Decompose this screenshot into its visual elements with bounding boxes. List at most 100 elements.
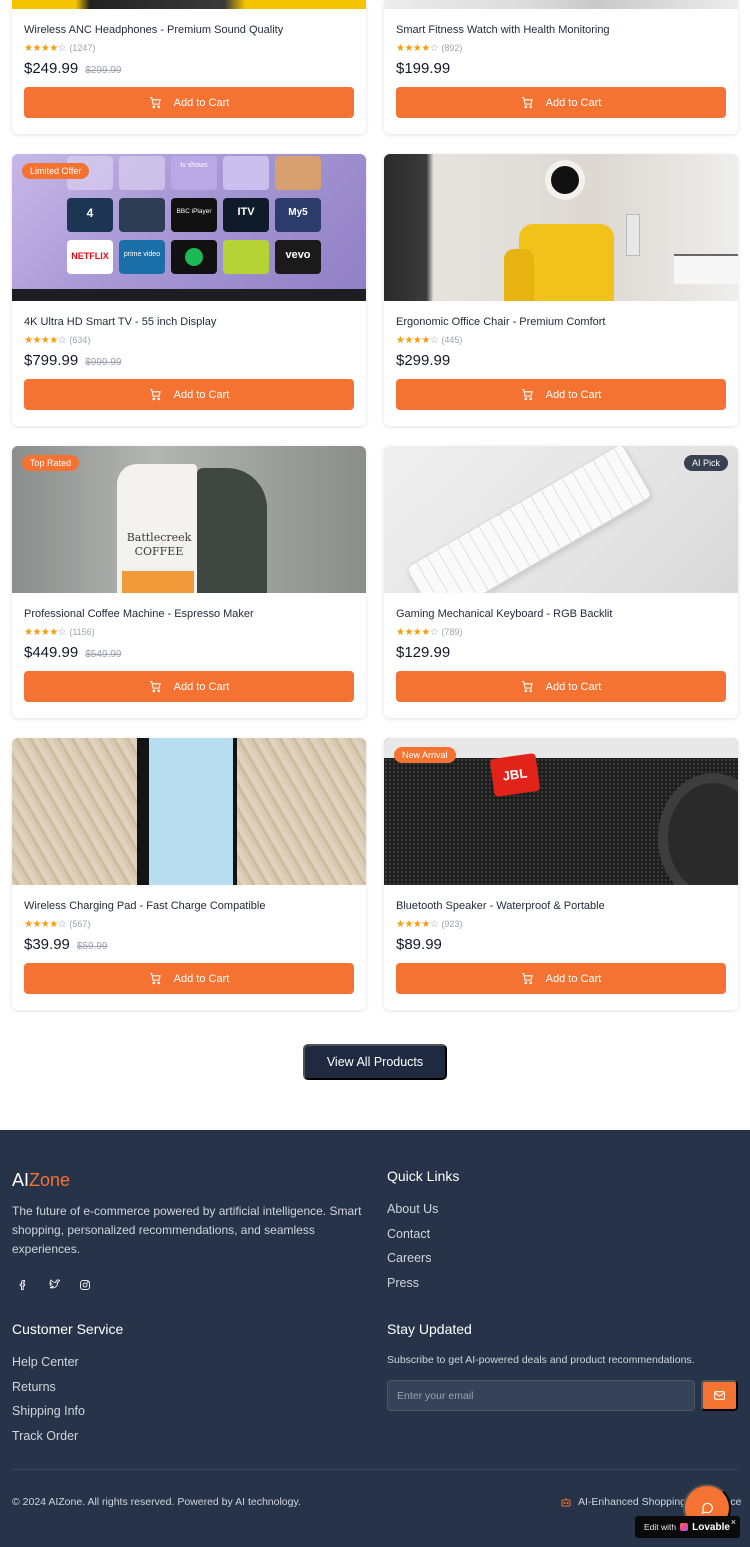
product-price: $89.99 <box>396 936 442 953</box>
review-count: (634) <box>69 335 91 345</box>
tv-tile: prime video <box>119 240 165 274</box>
add-to-cart-label: Add to Cart <box>173 972 230 985</box>
instagram-icon[interactable] <box>74 1274 96 1296</box>
add-to-cart-label: Add to Cart <box>545 388 602 401</box>
review-count: (445) <box>441 335 463 345</box>
product-rating: ★★★★☆ (445) <box>396 334 726 346</box>
add-to-cart-button[interactable]: Add to Cart <box>24 379 354 410</box>
footer-link-shipping-info[interactable]: Shipping Info <box>12 1399 85 1424</box>
twitter-icon[interactable] <box>43 1274 65 1296</box>
star-rating-icon: ★★★★☆ <box>396 334 439 346</box>
review-count: (789) <box>441 627 463 637</box>
product-card[interactable]: JBL New Arrival Bluetooth Speaker - Wate… <box>384 738 738 1010</box>
add-to-cart-label: Add to Cart <box>545 96 602 109</box>
email-field[interactable] <box>387 1380 695 1411</box>
product-grid: Wireless ANC Headphones - Premium Sound … <box>12 0 738 1010</box>
view-all-products-button[interactable]: View All Products <box>303 1044 447 1080</box>
shopping-cart-icon <box>521 97 533 109</box>
product-card[interactable]: Battlecreek COFFEE Top Rated Professiona… <box>12 446 366 718</box>
product-image <box>12 738 366 885</box>
product-title[interactable]: Gaming Mechanical Keyboard - RGB Backlit <box>396 606 726 622</box>
product-card[interactable]: Wireless Charging Pad - Fast Charge Comp… <box>12 738 366 1010</box>
footer-link-about[interactable]: About Us <box>387 1197 438 1222</box>
product-image: JBL New Arrival <box>384 738 738 885</box>
shopping-cart-icon <box>521 389 533 401</box>
product-price: $39.99 <box>24 936 70 953</box>
footer-link-careers[interactable]: Careers <box>387 1246 438 1271</box>
lovable-brand-text: Lovable <box>692 1521 730 1533</box>
product-card[interactable]: Wireless ANC Headphones - Premium Sound … <box>12 0 366 134</box>
star-rating-icon: ★★★★☆ <box>396 918 439 930</box>
add-to-cart-button[interactable]: Add to Cart <box>24 671 354 702</box>
product-rating: ★★★★☆ (923) <box>396 918 726 930</box>
site-footer: AIZone The future of e-commerce powered … <box>0 1130 750 1547</box>
lovable-heart-icon <box>680 1523 689 1531</box>
product-title[interactable]: Wireless Charging Pad - Fast Charge Comp… <box>24 898 354 914</box>
product-rating: ★★★★☆ (1247) <box>24 42 354 54</box>
bot-icon <box>561 1498 571 1507</box>
product-old-price: $59.99 <box>76 941 108 952</box>
lovable-badge[interactable]: Edit with Lovable × <box>635 1516 740 1538</box>
add-to-cart-label: Add to Cart <box>545 680 602 693</box>
add-to-cart-button[interactable]: Add to Cart <box>24 963 354 994</box>
product-rating: ★★★★☆ (892) <box>396 42 726 54</box>
tv-tile: tv shows <box>171 156 217 190</box>
product-title[interactable]: Bluetooth Speaker - Waterproof & Portabl… <box>396 898 726 914</box>
add-to-cart-button[interactable]: Add to Cart <box>396 379 726 410</box>
add-to-cart-button[interactable]: Add to Cart <box>396 671 726 702</box>
subscribe-button[interactable] <box>701 1380 738 1411</box>
product-title[interactable]: Wireless ANC Headphones - Premium Sound … <box>24 22 354 38</box>
product-image: tv shows 4 BBC iPlayer ITV My5 NETFLIX p… <box>12 154 366 301</box>
add-to-cart-label: Add to Cart <box>173 96 230 109</box>
logo-ai-text: AI <box>12 1170 30 1190</box>
star-rating-icon: ★★★★☆ <box>24 334 67 346</box>
footer-link-returns[interactable]: Returns <box>12 1375 85 1400</box>
product-old-price: $999.99 <box>85 357 122 368</box>
product-title[interactable]: Professional Coffee Machine - Espresso M… <box>24 606 354 622</box>
footer-divider <box>12 1469 738 1470</box>
product-card[interactable]: Smart Fitness Watch with Health Monitori… <box>384 0 738 134</box>
mail-icon <box>714 1391 725 1400</box>
review-count: (923) <box>441 919 463 929</box>
shopping-cart-icon <box>521 973 533 985</box>
shopping-cart-icon <box>149 973 161 985</box>
shopping-cart-icon <box>521 681 533 693</box>
subscribe-text: Subscribe to get AI-powered deals and pr… <box>387 1354 695 1366</box>
tv-tile: BBC iPlayer <box>171 198 217 232</box>
add-to-cart-button[interactable]: Add to Cart <box>396 87 726 118</box>
footer-link-contact[interactable]: Contact <box>387 1222 438 1247</box>
footer-logo[interactable]: AIZone <box>12 1170 70 1191</box>
tv-tile: My5 <box>275 198 321 232</box>
add-to-cart-button[interactable]: Add to Cart <box>24 87 354 118</box>
shopping-cart-icon <box>149 97 161 109</box>
product-price: $299.99 <box>396 352 451 369</box>
footer-tagline: The future of e-commerce powered by arti… <box>12 1204 362 1256</box>
quick-links-list: About Us Contact Careers Press <box>387 1197 438 1295</box>
product-image: AI Pick <box>384 446 738 593</box>
product-title[interactable]: 4K Ultra HD Smart TV - 55 inch Display <box>24 314 354 330</box>
product-card[interactable]: tv shows 4 BBC iPlayer ITV My5 NETFLIX p… <box>12 154 366 426</box>
product-card[interactable]: Ergonomic Office Chair - Premium Comfort… <box>384 154 738 426</box>
add-to-cart-label: Add to Cart <box>173 388 230 401</box>
product-title[interactable]: Ergonomic Office Chair - Premium Comfort <box>396 314 726 330</box>
product-image <box>12 0 366 9</box>
tv-tile: ITV <box>223 198 269 232</box>
close-icon[interactable]: × <box>731 1517 736 1527</box>
product-title[interactable]: Smart Fitness Watch with Health Monitori… <box>396 22 726 38</box>
stay-updated-title: Stay Updated <box>387 1321 472 1337</box>
shopping-cart-icon <box>149 389 161 401</box>
product-rating: ★★★★☆ (1156) <box>24 626 354 638</box>
add-to-cart-label: Add to Cart <box>545 972 602 985</box>
product-card[interactable]: AI Pick Gaming Mechanical Keyboard - RGB… <box>384 446 738 718</box>
product-price: $199.99 <box>396 60 451 77</box>
chat-icon <box>701 1502 713 1515</box>
product-badge: New Arrival <box>394 747 456 763</box>
add-to-cart-button[interactable]: Add to Cart <box>396 963 726 994</box>
footer-link-press[interactable]: Press <box>387 1271 438 1296</box>
facebook-icon[interactable] <box>12 1274 34 1296</box>
product-price: $249.99 <box>24 60 79 77</box>
quick-links-title: Quick Links <box>387 1168 460 1184</box>
footer-link-help-center[interactable]: Help Center <box>12 1350 85 1375</box>
footer-link-track-order[interactable]: Track Order <box>12 1424 85 1449</box>
product-old-price: $299.99 <box>85 65 122 76</box>
